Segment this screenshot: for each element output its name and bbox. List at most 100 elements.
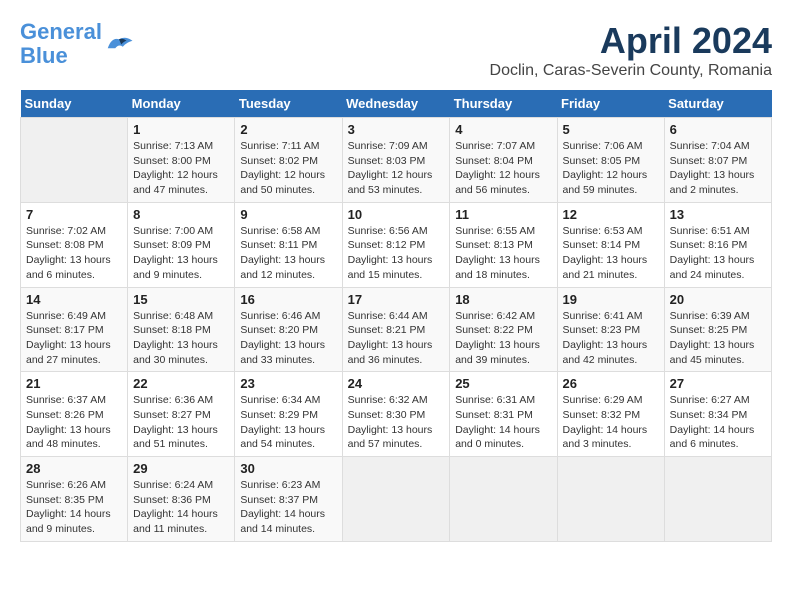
day-number: 29 [133,461,229,476]
day-info: Sunrise: 6:29 AMSunset: 8:32 PMDaylight:… [563,393,659,452]
calendar-week-row: 1Sunrise: 7:13 AMSunset: 8:00 PMDaylight… [21,118,772,203]
day-info: Sunrise: 6:51 AMSunset: 8:16 PMDaylight:… [670,224,766,283]
calendar-cell: 12Sunrise: 6:53 AMSunset: 8:14 PMDayligh… [557,202,664,287]
day-number: 11 [455,207,551,222]
calendar-cell: 23 Sunrise: 6:34 AMSunset: 8:29 PMDayligh… [235,372,342,457]
day-number: 24 [348,376,445,391]
calendar-cell: 28 Sunrise: 6:26 AMSunset: 8:35 PMDayligh… [21,457,128,542]
day-info: Sunrise: 6:49 AMSunset: 8:17 PMDaylight:… [26,309,122,368]
calendar-cell: 10 Sunrise: 6:56 AMSunset: 8:12 PMDayligh… [342,202,450,287]
day-info: Sunrise: 7:11 AMSunset: 8:02 PMDaylight:… [240,139,336,198]
day-number: 17 [348,292,445,307]
day-info: Sunrise: 7:00 AMSunset: 8:09 PMDaylight:… [133,224,229,283]
calendar-cell: 27Sunrise: 6:27 AMSunset: 8:34 PMDayligh… [664,372,771,457]
calendar-cell: 19Sunrise: 6:41 AMSunset: 8:23 PMDayligh… [557,287,664,372]
day-info: Sunrise: 7:13 AMSunset: 8:00 PMDaylight:… [133,139,229,198]
calendar-cell: 24 Sunrise: 6:32 AMSunset: 8:30 PMDayligh… [342,372,450,457]
calendar-cell: 26Sunrise: 6:29 AMSunset: 8:32 PMDayligh… [557,372,664,457]
day-info: Sunrise: 6:39 AMSunset: 8:25 PMDaylight:… [670,309,766,368]
title-block: April 2024 Doclin, Caras-Severin County,… [490,20,772,80]
day-number: 15 [133,292,229,307]
day-number: 7 [26,207,122,222]
day-info: Sunrise: 6:31 AMSunset: 8:31 PMDaylight:… [455,393,551,452]
day-number: 19 [563,292,659,307]
calendar-cell: 14 Sunrise: 6:49 AMSunset: 8:17 PMDayligh… [21,287,128,372]
calendar-cell: 6 Sunrise: 7:04 AMSunset: 8:07 PMDaylight… [664,118,771,203]
logo: General Blue [20,20,134,68]
day-info: Sunrise: 6:34 AMSunset: 8:29 PMDaylight:… [240,393,336,452]
calendar-cell: 7 Sunrise: 7:02 AMSunset: 8:08 PMDaylight… [21,202,128,287]
day-info: Sunrise: 6:36 AMSunset: 8:27 PMDaylight:… [133,393,229,452]
logo-text: General Blue [20,20,102,68]
day-number: 18 [455,292,551,307]
calendar-week-row: 21Sunrise: 6:37 AMSunset: 8:26 PMDayligh… [21,372,772,457]
day-number: 5 [563,122,659,137]
day-number: 27 [670,376,766,391]
calendar-day-header: Tuesday [235,90,342,118]
day-info: Sunrise: 7:09 AMSunset: 8:03 PMDaylight:… [348,139,445,198]
calendar-cell: 29 Sunrise: 6:24 AMSunset: 8:36 PMDayligh… [128,457,235,542]
day-info: Sunrise: 6:56 AMSunset: 8:12 PMDaylight:… [348,224,445,283]
day-number: 8 [133,207,229,222]
calendar-day-header: Wednesday [342,90,450,118]
calendar-cell: 17 Sunrise: 6:44 AMSunset: 8:21 PMDayligh… [342,287,450,372]
calendar-cell: 16 Sunrise: 6:46 AMSunset: 8:20 PMDayligh… [235,287,342,372]
day-info: Sunrise: 6:37 AMSunset: 8:26 PMDaylight:… [26,393,122,452]
day-info: Sunrise: 7:02 AMSunset: 8:08 PMDaylight:… [26,224,122,283]
day-info: Sunrise: 7:04 AMSunset: 8:07 PMDaylight:… [670,139,766,198]
day-number: 14 [26,292,122,307]
calendar-cell: 3 Sunrise: 7:09 AMSunset: 8:03 PMDaylight… [342,118,450,203]
day-info: Sunrise: 6:46 AMSunset: 8:20 PMDaylight:… [240,309,336,368]
day-number: 10 [348,207,445,222]
day-number: 28 [26,461,122,476]
calendar-cell: 25 Sunrise: 6:31 AMSunset: 8:31 PMDayligh… [450,372,557,457]
calendar-cell: 1Sunrise: 7:13 AMSunset: 8:00 PMDaylight… [128,118,235,203]
day-number: 3 [348,122,445,137]
calendar-cell: 5Sunrise: 7:06 AMSunset: 8:05 PMDaylight… [557,118,664,203]
calendar-cell: 30Sunrise: 6:23 AMSunset: 8:37 PMDayligh… [235,457,342,542]
calendar-week-row: 14 Sunrise: 6:49 AMSunset: 8:17 PMDayligh… [21,287,772,372]
calendar-cell: 11 Sunrise: 6:55 AMSunset: 8:13 PMDayligh… [450,202,557,287]
calendar-week-row: 28 Sunrise: 6:26 AMSunset: 8:35 PMDayligh… [21,457,772,542]
day-info: Sunrise: 6:55 AMSunset: 8:13 PMDaylight:… [455,224,551,283]
calendar-cell [557,457,664,542]
calendar-cell: 18Sunrise: 6:42 AMSunset: 8:22 PMDayligh… [450,287,557,372]
day-info: Sunrise: 6:26 AMSunset: 8:35 PMDaylight:… [26,478,122,537]
calendar-cell: 22Sunrise: 6:36 AMSunset: 8:27 PMDayligh… [128,372,235,457]
calendar-week-row: 7 Sunrise: 7:02 AMSunset: 8:08 PMDaylight… [21,202,772,287]
day-info: Sunrise: 6:58 AMSunset: 8:11 PMDaylight:… [240,224,336,283]
day-info: Sunrise: 6:53 AMSunset: 8:14 PMDaylight:… [563,224,659,283]
calendar-day-header: Sunday [21,90,128,118]
calendar-table: SundayMondayTuesdayWednesdayThursdayFrid… [20,90,772,542]
calendar-cell [342,457,450,542]
day-number: 16 [240,292,336,307]
day-number: 6 [670,122,766,137]
day-info: Sunrise: 6:48 AMSunset: 8:18 PMDaylight:… [133,309,229,368]
day-number: 2 [240,122,336,137]
calendar-day-header: Thursday [450,90,557,118]
calendar-cell [450,457,557,542]
day-info: Sunrise: 6:23 AMSunset: 8:37 PMDaylight:… [240,478,336,537]
calendar-day-header: Friday [557,90,664,118]
calendar-cell [664,457,771,542]
day-number: 20 [670,292,766,307]
calendar-cell: 13 Sunrise: 6:51 AMSunset: 8:16 PMDayligh… [664,202,771,287]
calendar-cell [21,118,128,203]
calendar-cell: 15 Sunrise: 6:48 AMSunset: 8:18 PMDayligh… [128,287,235,372]
day-info: Sunrise: 6:24 AMSunset: 8:36 PMDaylight:… [133,478,229,537]
calendar-cell: 21Sunrise: 6:37 AMSunset: 8:26 PMDayligh… [21,372,128,457]
calendar-cell: 20 Sunrise: 6:39 AMSunset: 8:25 PMDayligh… [664,287,771,372]
day-info: Sunrise: 6:44 AMSunset: 8:21 PMDaylight:… [348,309,445,368]
day-number: 13 [670,207,766,222]
day-number: 23 [240,376,336,391]
calendar-cell: 8 Sunrise: 7:00 AMSunset: 8:09 PMDaylight… [128,202,235,287]
day-info: Sunrise: 7:07 AMSunset: 8:04 PMDaylight:… [455,139,551,198]
day-number: 4 [455,122,551,137]
day-info: Sunrise: 6:32 AMSunset: 8:30 PMDaylight:… [348,393,445,452]
day-number: 25 [455,376,551,391]
calendar-header-row: SundayMondayTuesdayWednesdayThursdayFrid… [21,90,772,118]
page-header: General Blue April 2024 Doclin, Caras-Se… [20,20,772,80]
logo-bird-icon [104,32,134,57]
page-subtitle: Doclin, Caras-Severin County, Romania [490,62,772,80]
calendar-cell: 9Sunrise: 6:58 AMSunset: 8:11 PMDaylight… [235,202,342,287]
